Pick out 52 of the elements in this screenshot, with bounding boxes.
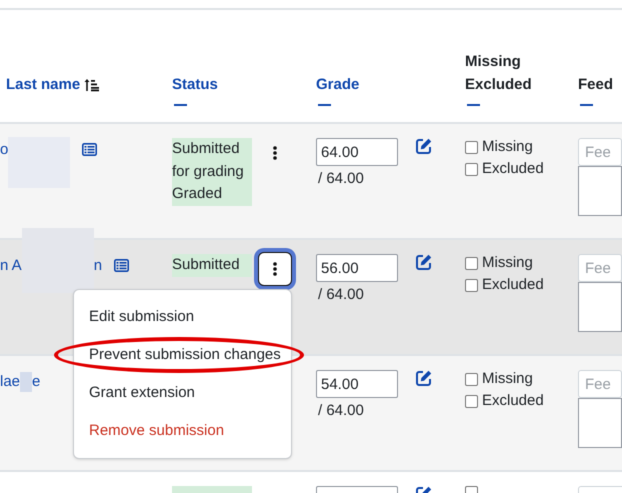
student-name-link[interactable]: o xyxy=(0,140,8,160)
max-grade: / 64.00 xyxy=(318,169,365,189)
grade-input[interactable]: 64.00 xyxy=(316,138,398,166)
feedback-input[interactable]: Fee xyxy=(578,370,622,398)
max-grade: / 64.00 xyxy=(318,285,365,305)
kebab-icon xyxy=(273,262,277,276)
kebab-icon xyxy=(273,146,277,160)
checkbox[interactable] xyxy=(465,162,478,176)
status-text: for grading xyxy=(172,162,245,182)
column-header-link[interactable]: Last name xyxy=(6,73,80,96)
menu-item[interactable]: Grant extension xyxy=(74,382,210,404)
grade-input[interactable]: 54.00 xyxy=(316,370,398,398)
feedback-input[interactable]: Fee xyxy=(578,138,622,166)
feedback-textarea[interactable] xyxy=(578,398,622,448)
edit-icon[interactable] xyxy=(416,370,432,386)
feedback-textarea[interactable] xyxy=(578,282,622,332)
checkbox[interactable] xyxy=(465,394,478,408)
menu-item[interactable]: Edit submission xyxy=(74,306,210,328)
checkbox-label: Excluded xyxy=(482,159,544,179)
checkbox[interactable] xyxy=(465,278,478,292)
redacted-block xyxy=(20,372,32,392)
checkbox-label: Missing xyxy=(482,369,533,389)
status-text: Graded xyxy=(172,184,224,204)
checkbox[interactable] xyxy=(465,372,478,386)
checkbox-label: Missing xyxy=(482,137,533,157)
grade-input[interactable]: 56.00 xyxy=(316,254,398,282)
student-name-link[interactable]: lae xyxy=(0,372,20,392)
checkbox[interactable] xyxy=(465,256,478,270)
menu-item[interactable]: Prevent submission changes xyxy=(74,344,296,366)
student-name-link[interactable]: n A xyxy=(0,256,22,276)
feedback-input[interactable]: Fee xyxy=(578,254,622,282)
column-header-link[interactable]: Grade xyxy=(316,73,360,96)
status-text: Submitted xyxy=(172,255,241,275)
column-header: Missing xyxy=(465,52,522,72)
checkbox-label: Excluded xyxy=(482,275,544,295)
column-header-link[interactable]: Status xyxy=(172,73,218,96)
student-name-link[interactable]: n xyxy=(94,256,102,276)
column-header: Excluded xyxy=(465,75,532,95)
status-text: Submitted xyxy=(172,139,241,159)
edit-icon[interactable] xyxy=(416,254,432,270)
max-grade: / 64.00 xyxy=(318,401,365,421)
checkbox[interactable] xyxy=(465,140,478,154)
checkbox-label: Missing xyxy=(482,253,533,273)
list-icon[interactable] xyxy=(114,259,130,272)
column-header: Feed xyxy=(578,75,614,95)
feedback-textarea[interactable] xyxy=(578,166,622,216)
student-name-link[interactable]: e xyxy=(32,372,40,392)
checkbox-label: Excluded xyxy=(482,391,544,411)
list-icon[interactable] xyxy=(82,143,98,156)
menu-item[interactable]: Remove submission xyxy=(74,420,240,442)
edit-icon[interactable] xyxy=(416,138,432,154)
sort-ascending-icon xyxy=(84,78,100,92)
